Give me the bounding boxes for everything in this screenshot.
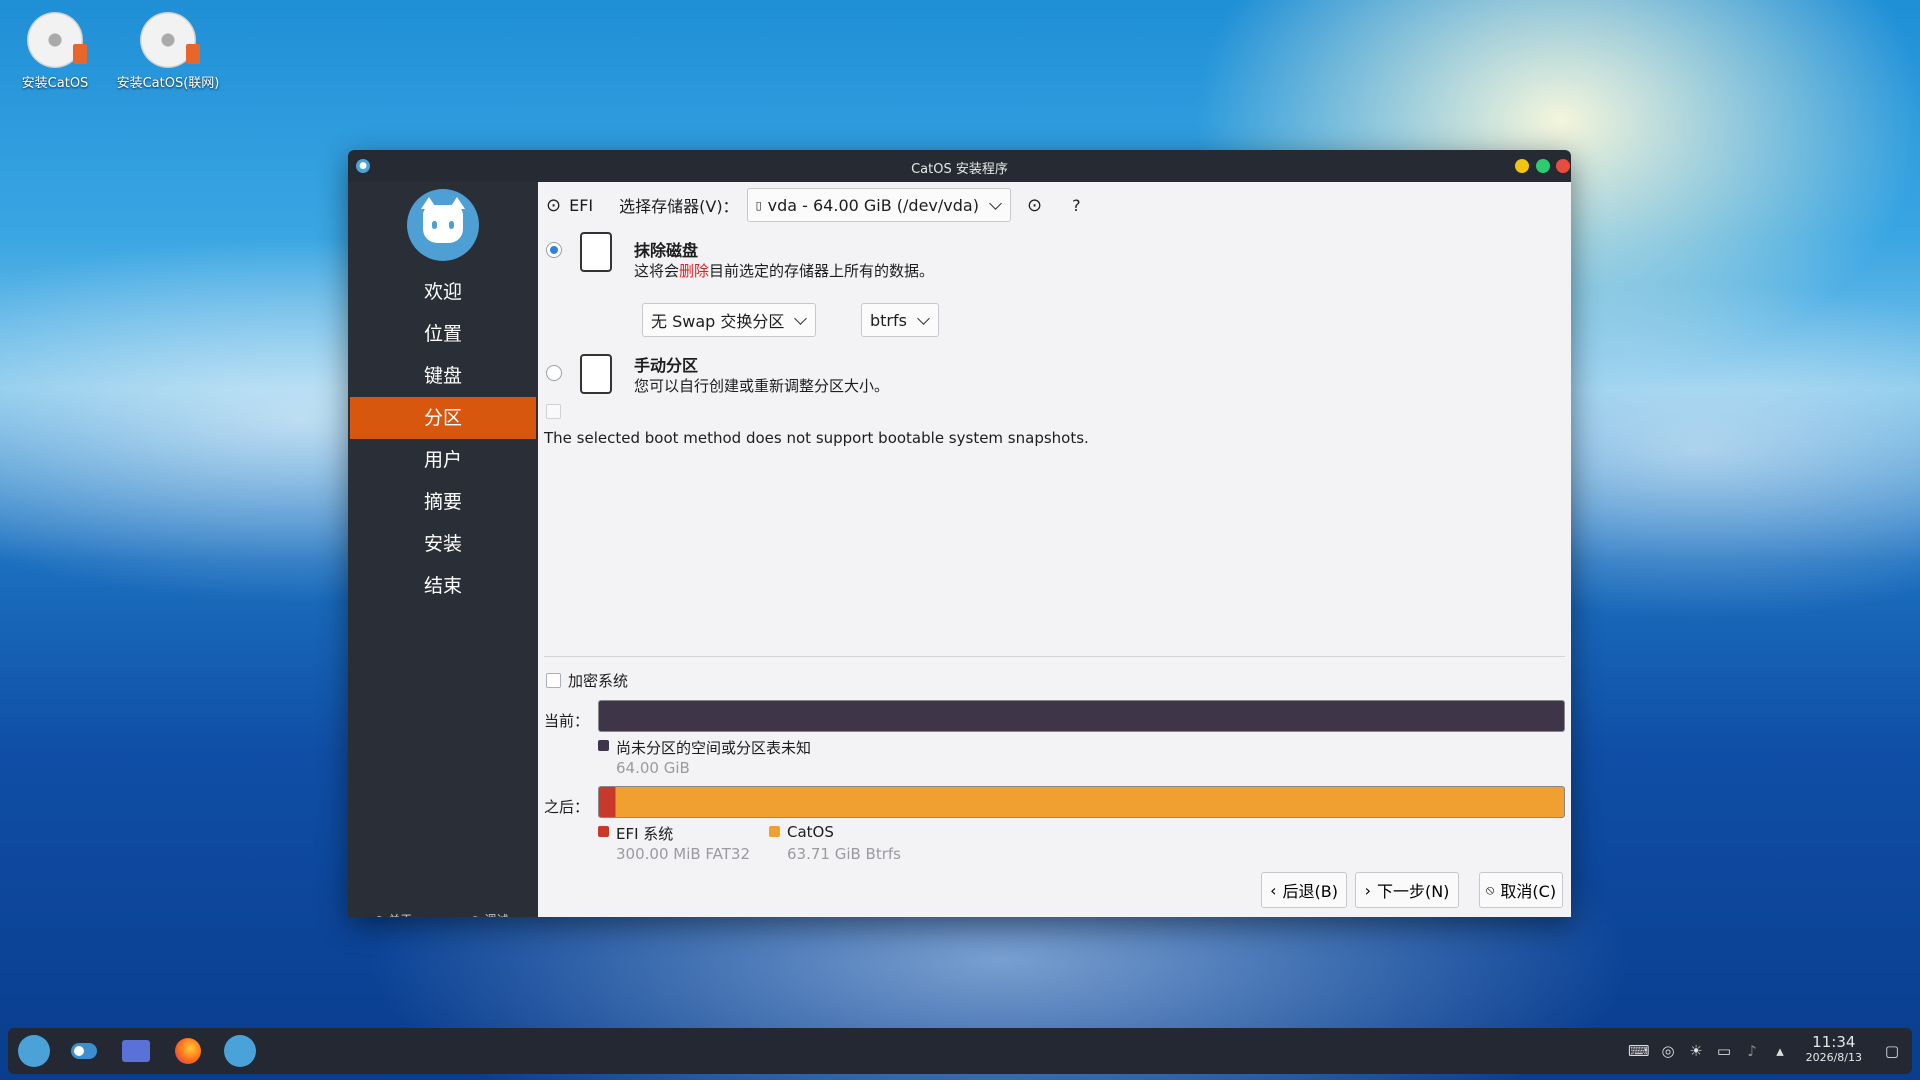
screen-icon[interactable]: ▭ [1714, 1041, 1734, 1061]
cancel-button[interactable]: ⦸ 取消(C) [1479, 872, 1563, 908]
desktop-icon-install-catos[interactable]: 安装CatOS [0, 2, 110, 91]
sidebar-item-summary: 摘要 [423, 491, 462, 513]
sidebar-item-users: 用户 [423, 449, 462, 471]
sidebar-item-welcome: 欢迎 [423, 281, 462, 303]
catos-legend-size: 63.71 GiB Btrfs [787, 845, 901, 863]
start-menu-icon[interactable] [18, 1035, 50, 1067]
disc-icon [27, 12, 87, 68]
back-button-label: 后退(B) [1282, 882, 1338, 901]
current-label: 当前： [544, 712, 590, 730]
titlebar[interactable]: ● CatOS 安装程序 [348, 150, 1571, 182]
efi-legend-size: 300.00 MiB FAT32 [616, 845, 751, 863]
desktop-icon-label: 安装CatOS [21, 76, 89, 91]
manual-partition-icon [580, 354, 612, 394]
next-button-label: 下一步(N) [1376, 882, 1450, 901]
desktop-icon-install-catos-online[interactable]: 安装CatOS(联网) [113, 2, 223, 91]
toggle-app-icon[interactable] [68, 1035, 100, 1067]
installer-window: ● CatOS 安装程序 欢迎 位置 键盘 分区 用户 摘要 安装 结束 ○ 关… [348, 150, 1571, 917]
erase-disk-icon [580, 232, 612, 272]
catos-logo [407, 189, 479, 261]
taskbar: ⌨ ◎ ☀ ▭ ♪ ▴ 11:34 2026/8/13 ▢ [8, 1028, 1912, 1074]
boot-mode-icon: ⊙ [546, 194, 562, 216]
storage-toolbar: ⊙ EFI 选择存储器(V)： ▯ vda - 64.00 GiB (/dev/… [546, 188, 1563, 222]
snapshot-checkbox[interactable] [546, 404, 561, 419]
chevron-right-icon: › [1364, 880, 1371, 900]
cancel-icon: ⦸ [1485, 882, 1495, 898]
after-label: 之后： [544, 798, 590, 816]
efi-segment [599, 787, 616, 817]
sidebar-item-keyboard: 键盘 [423, 365, 462, 387]
clock-date: 2026/8/13 [1805, 1051, 1862, 1064]
firefox-icon[interactable] [172, 1035, 204, 1067]
after-partition-bar [598, 786, 1565, 818]
storage-label: 选择存储器(V)： [619, 197, 739, 216]
network-icon[interactable]: ◎ [1658, 1041, 1678, 1061]
sidebar-item-install: 安装 [423, 533, 462, 555]
keyboard-icon[interactable]: ⌨ [1628, 1041, 1650, 1061]
sidebar: 欢迎 位置 键盘 分区 用户 摘要 安装 结束 ○ 关于 ● 调试 [348, 182, 538, 917]
efi-legend-name: EFI 系统 [616, 825, 674, 843]
drive-icon: ▯ [755, 198, 762, 212]
revert-icon[interactable]: ⊙ [1027, 195, 1042, 216]
desktop-icon-label: 安装CatOS(联网) [116, 76, 220, 91]
manual-partition-radio[interactable] [546, 365, 562, 381]
encrypt-checkbox[interactable] [546, 673, 561, 688]
sidebar-item-finish: 结束 [423, 575, 462, 597]
efi-legend-swatch [598, 826, 609, 837]
about-button[interactable]: ○ 关于 [374, 911, 412, 917]
installer-task-icon[interactable] [224, 1035, 256, 1067]
catos-legend-swatch [769, 826, 780, 837]
maximize-button[interactable] [1536, 159, 1550, 173]
disc-icon [140, 12, 200, 68]
chevron-down-icon [794, 311, 808, 325]
current-partition-bar [598, 700, 1565, 732]
storage-select[interactable]: ▯ vda - 64.00 GiB (/dev/vda) [746, 188, 1011, 222]
divider [544, 656, 1565, 657]
swap-select-value: 无 Swap 交换分区 [651, 312, 785, 331]
brightness-icon[interactable]: ☀ [1686, 1041, 1706, 1061]
window-title: CatOS 安装程序 [911, 162, 1008, 177]
current-legend-name: 尚未分区的空间或分区表未知 [616, 739, 812, 757]
debug-button[interactable]: ● 调试 [470, 911, 508, 917]
clock[interactable]: 11:34 2026/8/13 [1806, 1034, 1862, 1066]
storage-select-value: vda - 64.00 GiB (/dev/vda) [767, 195, 979, 215]
current-legend-size: 64.00 GiB [616, 759, 690, 777]
close-button[interactable] [1556, 159, 1570, 173]
current-legend-swatch [598, 740, 609, 751]
filesystem-select[interactable]: btrfs [861, 303, 939, 337]
sidebar-item-location: 位置 [423, 323, 462, 345]
partition-page: ⊙ EFI 选择存储器(V)： ▯ vda - 64.00 GiB (/dev/… [538, 182, 1571, 917]
erase-disk-radio[interactable] [546, 242, 562, 258]
help-button[interactable]: ? [1072, 196, 1081, 215]
chevron-left-icon: ‹ [1270, 880, 1277, 900]
chevron-down-icon [917, 311, 930, 325]
notifications-icon[interactable]: ▢ [1882, 1041, 1902, 1061]
chevron-down-icon [989, 196, 1002, 210]
snapshot-note: The selected boot method does not suppor… [544, 429, 1089, 447]
volume-icon[interactable]: ♪ [1742, 1041, 1762, 1061]
encrypt-label: 加密系统 [568, 672, 629, 690]
clock-time: 11:34 [1812, 1033, 1856, 1051]
manual-partition-desc: 您可以自行创建或重新调整分区大小。 [634, 377, 890, 395]
back-button[interactable]: ‹ 后退(B) [1261, 872, 1347, 908]
erase-disk-desc: 这将会删除目前选定的存储器上所有的数据。 [634, 262, 935, 280]
sidebar-item-partition: 分区 [350, 397, 536, 439]
catos-legend-name: CatOS [787, 823, 834, 841]
chevron-up-icon[interactable]: ▴ [1770, 1041, 1790, 1061]
cancel-button-label: 取消(C) [1500, 882, 1557, 901]
manual-partition-title: 手动分区 [634, 356, 699, 375]
next-button[interactable]: › 下一步(N) [1355, 872, 1459, 908]
minimize-button[interactable] [1515, 159, 1529, 173]
boot-mode-label: EFI [569, 195, 594, 215]
filesystem-select-value: btrfs [870, 310, 907, 330]
file-manager-icon[interactable] [120, 1035, 152, 1067]
erase-disk-title: 抹除磁盘 [634, 241, 699, 260]
swap-select[interactable]: 无 Swap 交换分区 [642, 303, 817, 337]
